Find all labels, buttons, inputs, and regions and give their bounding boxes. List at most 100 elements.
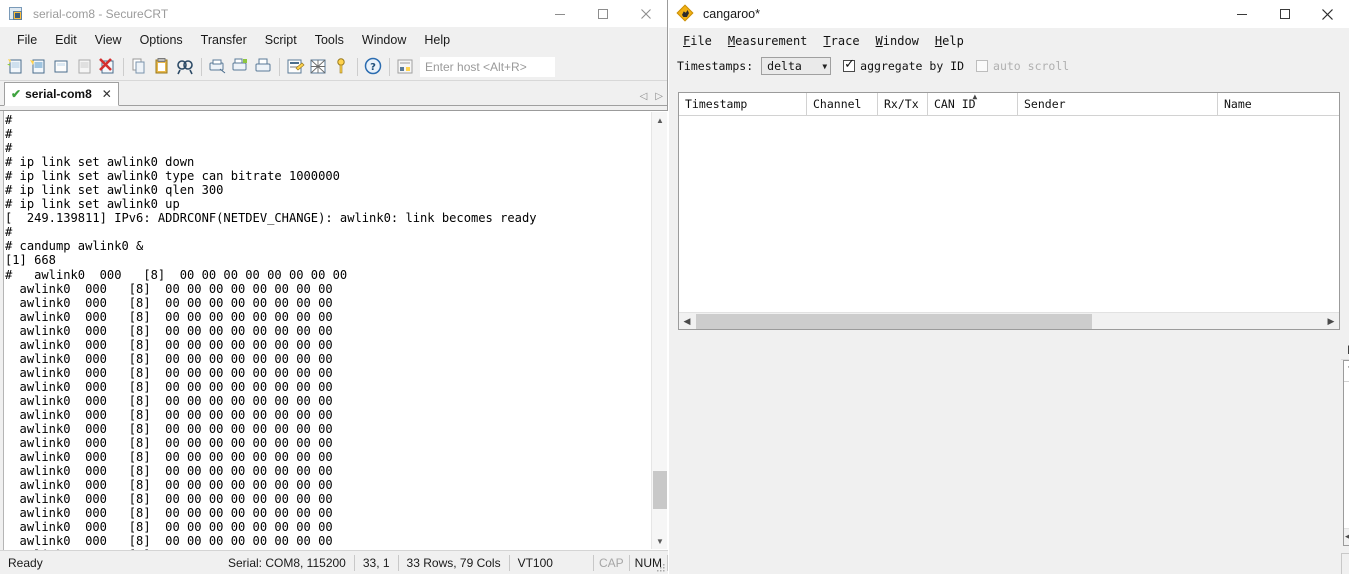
table-row[interactable]: 18:51:45infoSend [00 0 [1344,420,1349,439]
help-icon[interactable]: ? [363,56,384,77]
status-emulation: VT100 [517,555,553,570]
securecrt-window: serial-com8 - SecureCRT File Edit View O… [0,0,668,574]
terminal-area[interactable]: # # # # ip link set awlink0 down # ip li… [0,110,668,550]
close-button[interactable] [624,0,667,28]
log-time: 18:51:45 [1344,404,1349,418]
menu-file[interactable]: File [675,31,720,51]
maximize-button[interactable] [1263,0,1306,28]
column-header-time[interactable]: Time [1344,361,1349,381]
toggle-chat-icon[interactable] [308,56,329,77]
menu-transfer[interactable]: Transfer [192,30,256,50]
menu-window-rest: indow [882,34,919,48]
timestamps-select[interactable]: delta ▼ [761,57,832,75]
column-header-timestamp[interactable]: Timestamp [679,93,807,115]
tab-serial-com8[interactable]: ✔ serial-com8 ✕ [4,82,119,106]
menu-tools[interactable]: Tools [306,30,353,50]
sort-asc-icon: ▲ [972,92,978,101]
menu-help[interactable]: Help [927,31,972,51]
minimize-button[interactable] [1220,0,1263,28]
tab-prev-icon[interactable]: ◁ [640,91,648,102]
tab-trace[interactable]: Trace [1341,553,1349,574]
table-row[interactable]: 18:51:46infoSend [00 0 [1344,477,1349,496]
aggregate-by-id-checkbox[interactable]: aggregate by ID [843,57,964,73]
trace-table[interactable]: Timestamp Channel Rx/Tx CAN ID ▲ Sender … [678,92,1340,330]
menu-measurement-rest: easurement [735,34,808,48]
table-row[interactable]: 18:51:47infoSend [00 0 [1344,496,1349,515]
cangaroo-titlebar: cangaroo* [669,0,1349,28]
toolbar-divider [357,57,358,76]
menu-options[interactable]: Options [131,30,192,50]
toolbar-divider [123,57,124,76]
minimize-button[interactable] [538,0,581,28]
tab-close-icon[interactable]: ✕ [102,87,112,101]
chevron-left-icon[interactable]: ◀ [1345,531,1349,542]
menu-script[interactable]: Script [256,30,306,50]
menu-file[interactable]: File [8,30,46,50]
scroll-down-icon[interactable]: ▼ [652,533,668,549]
disconnect-icon[interactable] [97,56,118,77]
svg-text:?: ? [370,62,376,73]
copy-icon[interactable] [129,56,150,77]
cangaroo-bottom-tabbar: Trace [1341,552,1349,574]
connect-sftp-icon[interactable] [74,56,95,77]
paste-icon[interactable] [152,56,173,77]
print-icon[interactable] [253,56,274,77]
log-session-icon[interactable] [230,56,251,77]
connected-check-icon: ✔ [11,87,22,101]
cangaroo-window-title: cangaroo* [703,7,760,21]
menu-help[interactable]: Help [415,30,459,50]
menu-view[interactable]: View [86,30,131,50]
menu-window[interactable]: Window [353,30,415,50]
cangaroo-menubar: File Measurement Trace Window Help [669,28,1349,54]
maximize-button[interactable] [581,0,624,28]
key-icon[interactable] [331,56,352,77]
host-input[interactable]: Enter host <Alt+R> [420,56,555,77]
table-row[interactable]: 18:51:46infoSend [00 0 [1344,458,1349,477]
column-header-can-id[interactable]: CAN ID ▲ [928,92,1018,115]
find-icon[interactable] [175,56,196,77]
column-header-channel[interactable]: Channel [807,93,878,115]
print-screen-icon[interactable] [207,56,228,77]
menu-edit[interactable]: Edit [46,30,86,50]
hscrollbar-thumb[interactable] [696,314,1092,329]
scroll-up-icon[interactable]: ▲ [652,112,668,128]
menu-window-mnemonic: W [875,34,883,48]
resize-grip-icon[interactable] [656,562,666,572]
connect-icon[interactable] [28,56,49,77]
chevron-right-icon[interactable]: ▶ [1323,316,1339,327]
log-table[interactable]: Time Level Message 18:51:45infoSend [00 … [1343,360,1349,546]
tab-nav: ◁ ▷ [640,91,663,102]
trace-hscrollbar[interactable]: ◀ ▶ [679,312,1339,329]
securecrt-tabbar: ✔ serial-com8 ✕ ◁ ▷ [0,81,667,106]
log-table-body[interactable]: 18:51:45infoSend [00 0 18:51:45infoSend … [1344,382,1349,527]
securecrt-app-icon [9,6,25,22]
chevron-left-icon[interactable]: ◀ [679,316,695,327]
new-session-icon[interactable] [5,56,26,77]
terminal-scrollbar[interactable]: ▲ ▼ [651,112,667,549]
close-button[interactable] [1306,0,1349,28]
column-header-rxtx[interactable]: Rx/Tx [878,93,928,115]
table-row[interactable]: 18:51:45infoSend [00 0 [1344,401,1349,420]
log-hscrollbar[interactable]: ◀ ▶ [1344,528,1349,545]
table-row[interactable]: 18:51:47infoSend [00 0 [1344,515,1349,527]
toolbar-divider [279,57,280,76]
status-cap: CAP [598,555,624,570]
trace-table-body[interactable] [679,116,1339,311]
log-panel-titlebar[interactable]: Log [1341,340,1349,360]
menu-measurement[interactable]: Measurement [720,31,815,51]
clone-session-icon[interactable] [51,56,72,77]
column-header-sender[interactable]: Sender [1018,93,1218,115]
menu-window[interactable]: Window [868,31,927,51]
table-row[interactable]: 18:51:45infoSend [00 0 [1344,382,1349,401]
status-size: 33 Rows, 79 Cols [406,555,501,570]
securecrt-titlebar: serial-com8 - SecureCRT [0,0,667,28]
scrollbar-thumb[interactable] [653,471,667,509]
column-header-name[interactable]: Name [1218,93,1339,115]
table-row[interactable]: 18:51:45infoSend [00 0 [1344,439,1349,458]
auto-scroll-label: auto scroll [993,59,1070,73]
tab-next-icon[interactable]: ▷ [655,91,663,102]
properties-icon[interactable] [395,56,416,77]
menu-trace[interactable]: Trace [815,31,867,51]
securecrt-statusbar: Ready Serial: COM8, 115200 33, 1 33 Rows… [0,550,668,574]
session-options-icon[interactable] [285,56,306,77]
